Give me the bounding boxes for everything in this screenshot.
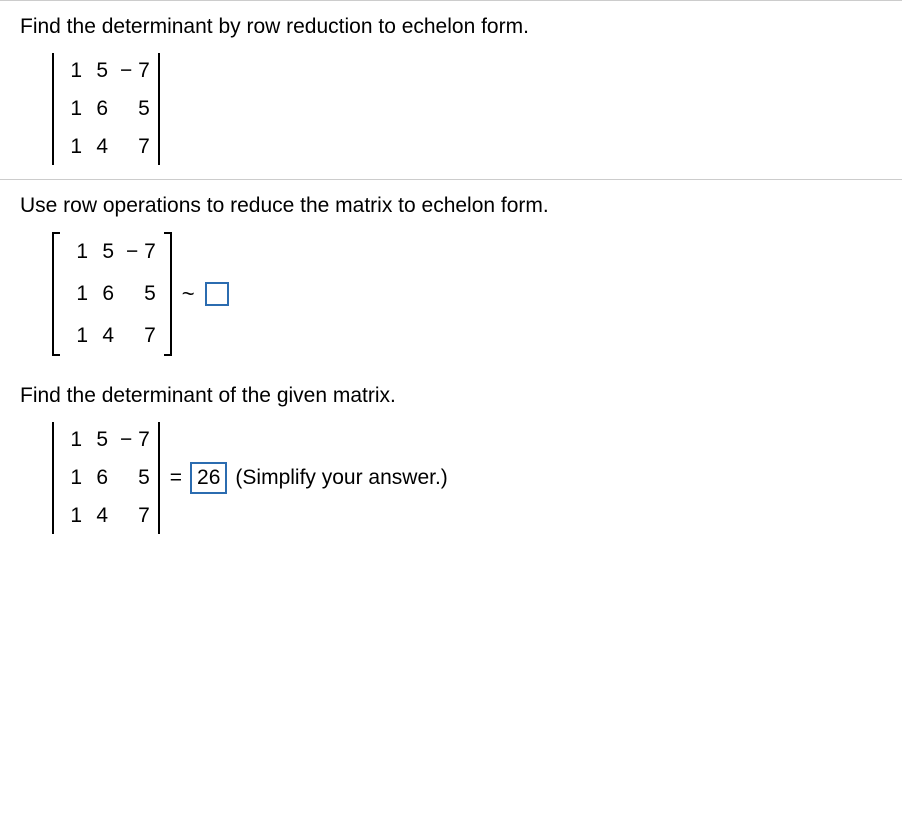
echelon-answer-input[interactable] [205, 282, 229, 306]
m2-r3c3: 7 [120, 324, 156, 348]
m3-r2c1: 1 [62, 466, 82, 490]
m2-r1c2: 5 [94, 240, 114, 264]
determinant-answer-area: 1 5 − 7 1 6 5 1 4 7 = 26 (Simplify your … [52, 422, 882, 534]
bracket-left [52, 232, 60, 356]
det2-bar-right [158, 422, 160, 534]
m2-r2c2: 6 [94, 282, 114, 306]
m3-r3c2: 4 [88, 504, 108, 528]
problem-section: Find the determinant by row reduction to… [0, 1, 902, 179]
m3-r2c2: 6 [88, 466, 108, 490]
m1-r1c2: 5 [88, 59, 108, 83]
m1-r3c2: 4 [88, 135, 108, 159]
m3-r1c2: 5 [88, 428, 108, 452]
m2-r2c1: 1 [68, 282, 88, 306]
m2-r1c3: − 7 [126, 240, 156, 264]
step2-section: Find the determinant of the given matrix… [0, 370, 902, 548]
m1-r2c3: 5 [114, 97, 150, 121]
determinant-answer-input[interactable]: 26 [190, 462, 227, 493]
m3-r2c3: 5 [114, 466, 150, 490]
step2-title: Find the determinant of the given matrix… [20, 384, 882, 408]
m3-r1c3: − 7 [120, 428, 150, 452]
m3-r3c3: 7 [114, 504, 150, 528]
m2-r3c1: 1 [68, 324, 88, 348]
m1-r1c1: 1 [62, 59, 82, 83]
m1-r3c3: 7 [114, 135, 150, 159]
m2-r2c3: 5 [120, 282, 156, 306]
m3-r3c1: 1 [62, 504, 82, 528]
row-reduce-area: 1 5 − 7 1 6 5 1 4 7 ~ [52, 232, 882, 356]
equals-sign: = [170, 466, 182, 490]
det-bar-right [158, 53, 160, 165]
step1-section: Use row operations to reduce the matrix … [0, 180, 902, 370]
m3-r1c1: 1 [62, 428, 82, 452]
step1-title: Use row operations to reduce the matrix … [20, 194, 882, 218]
m1-r3c1: 1 [62, 135, 82, 159]
problem-title: Find the determinant by row reduction to… [20, 15, 882, 39]
m2-r3c2: 4 [94, 324, 114, 348]
m1-r1c3: − 7 [120, 59, 150, 83]
simplify-hint: (Simplify your answer.) [235, 466, 447, 490]
determinant-matrix-1: 1 5 − 7 1 6 5 1 4 7 [52, 53, 882, 165]
bracket-right [164, 232, 172, 356]
tilde-icon: ~ [182, 281, 195, 307]
m1-r2c1: 1 [62, 97, 82, 121]
m1-r2c2: 6 [88, 97, 108, 121]
m2-r1c1: 1 [68, 240, 88, 264]
